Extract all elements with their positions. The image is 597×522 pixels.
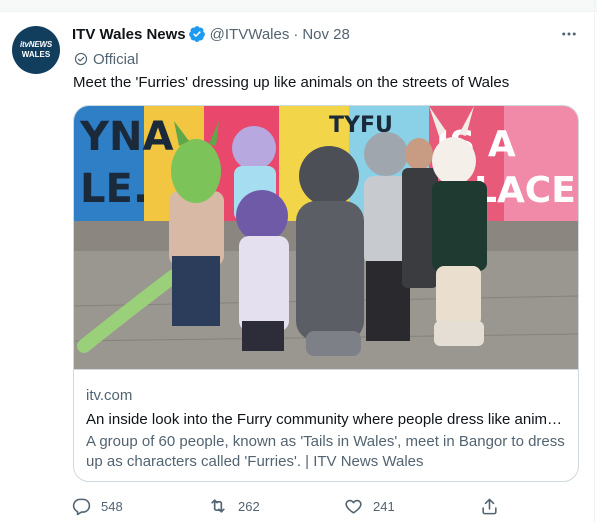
top-strip <box>0 0 597 12</box>
avatar-logo-subtext: WALES <box>21 50 51 59</box>
display-name[interactable]: ITV Wales News <box>72 26 186 43</box>
share-button[interactable] <box>480 494 509 518</box>
link-card[interactable]: YNA LE. TYFU IS A LACE. itv.com An insid… <box>73 105 579 482</box>
retweet-icon <box>211 499 225 513</box>
mural-word-1: YNA <box>79 114 173 160</box>
reply-count: 548 <box>101 498 123 514</box>
official-label: Official <box>74 49 139 69</box>
retweet-button[interactable]: 262 <box>208 494 260 518</box>
official-label-icon <box>74 52 88 66</box>
card-photo[interactable]: YNA LE. TYFU IS A LACE. <box>74 106 578 370</box>
card-description: A group of 60 people, known as 'Tails in… <box>86 433 565 470</box>
avatar-logo-text: itvNEWS <box>20 40 52 49</box>
tweet-date[interactable]: Nov 28 <box>302 26 350 43</box>
mural-word-2: LE. <box>80 166 148 212</box>
like-count: 241 <box>373 498 395 514</box>
like-button[interactable]: 241 <box>344 494 395 518</box>
tweet-header: ITV Wales News @ITVWales · Nov 28 <box>72 24 350 44</box>
reply-button[interactable]: 548 <box>72 494 123 518</box>
official-label-text: Official <box>93 50 139 68</box>
heart-icon <box>345 499 362 514</box>
tweet-actions: 548 262 241 <box>72 494 502 518</box>
timeline-border <box>594 0 595 522</box>
retweet-count: 262 <box>238 498 260 514</box>
mural-word-5: LACE. <box>474 170 578 211</box>
card-title[interactable]: An inside look into the Furry community … <box>86 410 568 430</box>
card-body: itv.com An inside look into the Furry co… <box>86 386 568 472</box>
verified-badge-icon <box>188 25 206 43</box>
user-handle[interactable]: @ITVWales <box>210 26 290 43</box>
more-options-icon[interactable] <box>558 24 580 44</box>
reply-icon <box>72 498 91 515</box>
avatar[interactable]: itvNEWS WALES <box>12 26 60 74</box>
share-icon <box>482 498 497 514</box>
tweet-text: Meet the 'Furries' dressing up like anim… <box>73 74 510 91</box>
furries-photo: YNA LE. TYFU IS A LACE. <box>74 106 578 369</box>
card-domain: itv.com <box>86 387 133 404</box>
separator-dot: · <box>293 25 299 43</box>
